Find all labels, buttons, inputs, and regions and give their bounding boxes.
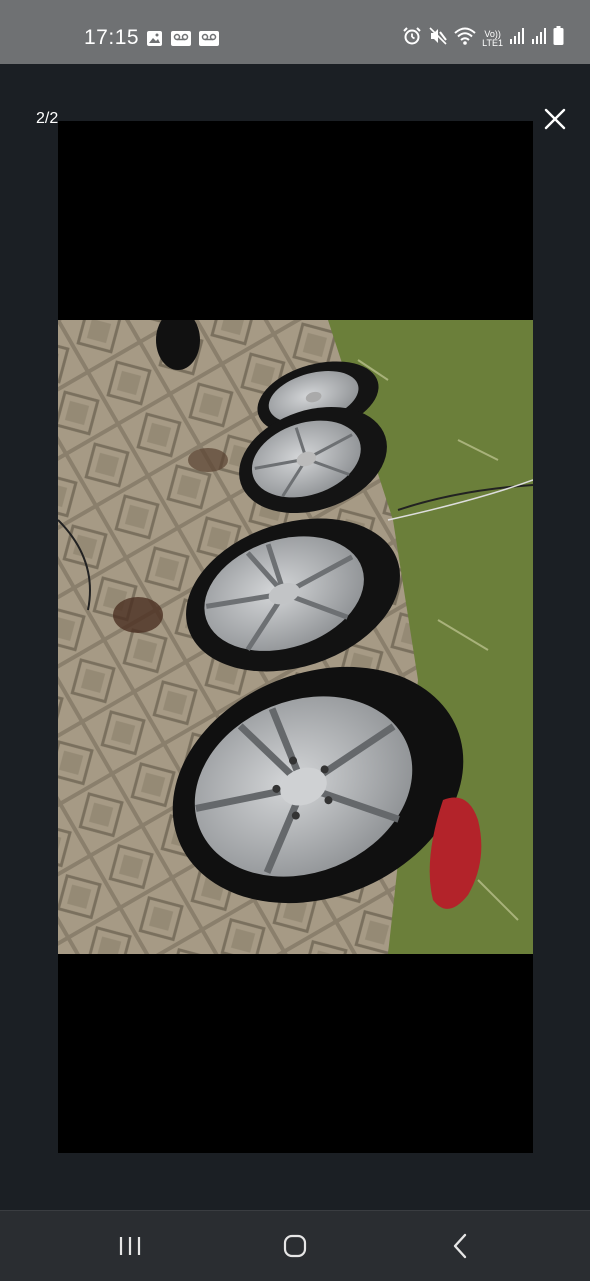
home-icon	[283, 1234, 307, 1258]
recents-button[interactable]	[110, 1229, 150, 1263]
system-icons: Vo)) LTE1	[402, 26, 564, 51]
voicemail-icon	[171, 30, 191, 52]
recents-icon	[119, 1237, 141, 1255]
home-button[interactable]	[275, 1229, 315, 1263]
signal-icon	[531, 27, 547, 50]
wifi-icon	[454, 26, 476, 51]
gallery-icon	[146, 30, 163, 52]
status-bar: 17:15 Vo)) LTE1	[0, 0, 590, 64]
signal-icon	[509, 27, 525, 50]
volte-lte-icon: Vo)) LTE1	[482, 29, 503, 48]
battery-icon	[553, 26, 564, 51]
status-time: 17:15	[84, 26, 140, 49]
lte-label: LTE1	[482, 37, 503, 48]
photo-illustration	[58, 320, 533, 954]
alarm-icon	[402, 26, 422, 51]
navigation-bar	[0, 1210, 590, 1281]
voicemail-icon	[199, 30, 219, 52]
back-icon	[453, 1233, 467, 1259]
close-icon	[544, 108, 566, 130]
wheels-photo[interactable]	[58, 320, 533, 954]
image-counter: 2/2	[36, 110, 59, 127]
back-button[interactable]	[440, 1229, 480, 1263]
notification-icons	[146, 30, 219, 52]
close-button[interactable]	[538, 102, 572, 136]
photo-frame	[58, 121, 533, 1153]
mute-icon	[428, 26, 448, 51]
